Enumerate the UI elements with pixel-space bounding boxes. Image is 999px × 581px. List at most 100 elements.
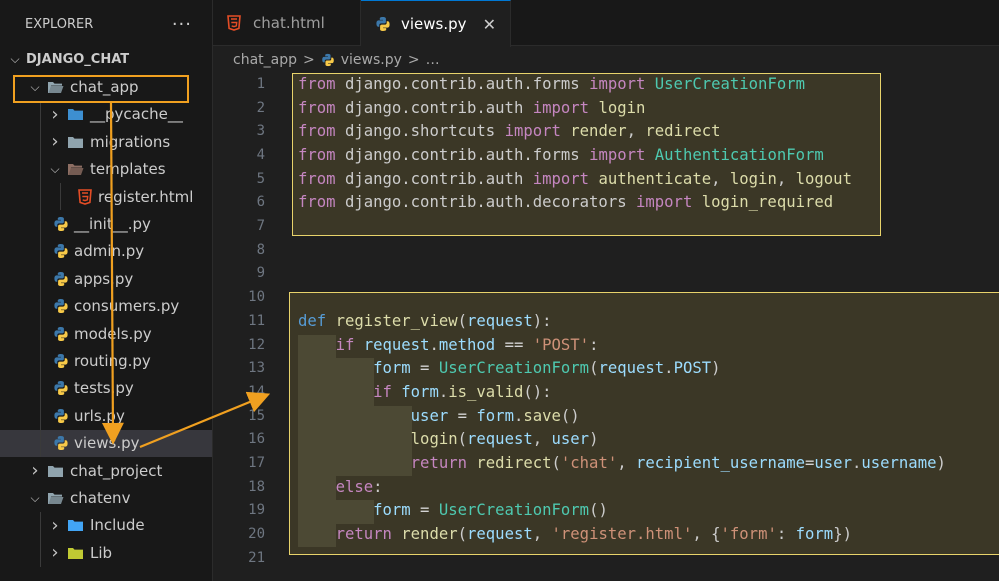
code-token: 'register.html' xyxy=(551,525,693,544)
code-line[interactable]: 12 if request.method == 'POST': xyxy=(213,333,999,357)
code-line[interactable]: 5 from django.contrib.auth import authent… xyxy=(213,167,999,191)
tree-indent-guide xyxy=(60,183,61,211)
tree-item-consumers-py[interactable]: consumers.py xyxy=(0,292,212,320)
code-token: ): xyxy=(532,311,552,330)
tree-item-routing-py[interactable]: routing.py xyxy=(0,347,212,375)
code-line[interactable]: 19 form = UserCreationForm() xyxy=(213,499,999,523)
code-token: : xyxy=(589,335,599,354)
code-token: form xyxy=(795,525,834,544)
code-token: ) xyxy=(711,359,721,378)
code-line[interactable]: 10 xyxy=(213,285,999,309)
code-line[interactable]: 1 from django.contrib.auth.forms import U… xyxy=(213,72,999,96)
tree-item-django-chat[interactable]: ⌵ DJANGO_CHAT xyxy=(0,46,212,73)
line-number: 17 xyxy=(248,455,265,472)
tree-item-include[interactable]: › Include xyxy=(0,511,212,540)
tree-item-apps-py[interactable]: apps.py xyxy=(0,265,212,293)
code-line[interactable]: 21 xyxy=(213,546,999,570)
code-line[interactable]: 6 from django.contrib.auth.decorators imp… xyxy=(213,191,999,215)
chevron-down-icon[interactable]: ⌵ xyxy=(28,491,42,506)
folder-icon xyxy=(46,490,64,506)
tab-chat-html[interactable]: chat.html xyxy=(213,0,361,46)
code-token: () xyxy=(589,501,608,520)
code-line[interactable]: 11 def register_view(request): xyxy=(213,309,999,333)
code-line[interactable]: 18 else: xyxy=(213,475,999,499)
tree-item-views-py[interactable]: views.py xyxy=(0,429,212,457)
code-token: request xyxy=(363,335,430,354)
code-token: from xyxy=(298,193,345,212)
code-line[interactable]: 3 from django.shortcuts import render, re… xyxy=(213,119,999,143)
code-line[interactable]: 9 xyxy=(213,262,999,286)
breadcrumb-symbol[interactable]: … xyxy=(426,52,440,68)
code-token: if xyxy=(335,335,364,354)
code-line[interactable]: 7 xyxy=(213,214,999,238)
chevron-right-icon[interactable]: › xyxy=(48,104,62,125)
chevron-down-icon[interactable]: ⌵ xyxy=(8,52,22,67)
python-icon xyxy=(52,298,70,314)
chevron-right-icon[interactable]: › xyxy=(48,131,62,152)
code-line[interactable]: 14 if form.is_valid(): xyxy=(213,380,999,404)
code-text: from django.contrib.auth.forms import Us… xyxy=(298,75,805,93)
line-number: 9 xyxy=(256,265,265,282)
tree-item-chat-project[interactable]: › chat_project xyxy=(0,457,212,484)
code-token: UserCreationForm xyxy=(654,74,805,93)
tree-item-pycache[interactable]: › __pycache__ xyxy=(0,100,212,129)
code-line[interactable]: 4 from django.contrib.auth.forms import A… xyxy=(213,143,999,167)
tree-item-label: admin.py xyxy=(74,242,145,261)
code-text: form = UserCreationForm(request.POST) xyxy=(298,359,721,378)
tree-item-tests-py[interactable]: tests.py xyxy=(0,374,212,403)
tab-views-py[interactable]: views.py ✕ xyxy=(361,0,511,47)
chevron-right-icon[interactable]: › xyxy=(48,542,62,563)
code-token: UserCreationForm xyxy=(438,501,590,520)
folder-highlight-box xyxy=(13,75,189,103)
tree-item-chatenv[interactable]: ⌵ chatenv xyxy=(0,484,212,511)
tree-item-lib[interactable]: › Lib xyxy=(0,539,212,567)
tree-item-models-py[interactable]: models.py xyxy=(0,320,212,348)
chevron-right-icon: > xyxy=(303,52,315,68)
chevron-down-icon[interactable]: ⌵ xyxy=(48,162,62,177)
more-actions-icon[interactable]: ··· xyxy=(172,14,192,35)
tree-indent-guide xyxy=(40,347,41,375)
line-number: 6 xyxy=(256,194,265,211)
tree-item-register-html[interactable]: register.html xyxy=(0,183,212,211)
code-line[interactable]: 20 return render(request, 'register.html… xyxy=(213,522,999,546)
tree-item-urls-py[interactable]: urls.py xyxy=(0,402,212,430)
line-number: 18 xyxy=(248,478,265,495)
code-text: def register_view(request): xyxy=(298,312,552,330)
folder-icon xyxy=(66,134,84,150)
html5-icon xyxy=(76,188,94,205)
chevron-right-icon[interactable]: › xyxy=(28,460,42,481)
code-text: user = form.save() xyxy=(298,407,580,425)
code-line[interactable]: 13 form = UserCreationForm(request.POST) xyxy=(213,356,999,380)
code-token: else xyxy=(335,477,374,496)
close-icon[interactable]: ✕ xyxy=(483,15,496,34)
code-text: from django.contrib.auth import authenti… xyxy=(298,170,852,188)
code-line[interactable]: 2 from django.contrib.auth import login xyxy=(213,96,999,120)
code-token: save xyxy=(523,406,561,425)
breadcrumb-file[interactable]: views.py xyxy=(341,52,402,68)
code-line[interactable]: 16 login(request, user) xyxy=(213,428,999,452)
code-line[interactable]: 8 xyxy=(213,238,999,262)
line-number: 13 xyxy=(248,360,265,377)
tree-item-admin-py[interactable]: admin.py xyxy=(0,237,212,266)
line-number: 21 xyxy=(248,549,265,566)
code-token: . xyxy=(664,359,674,378)
code-token: (): xyxy=(523,382,552,401)
chevron-right-icon[interactable]: › xyxy=(48,515,62,536)
tree-item-migrations[interactable]: › migrations xyxy=(0,128,212,156)
code-token: redirect xyxy=(645,122,721,141)
tree-indent-guide xyxy=(40,292,41,320)
tree-item-templates[interactable]: ⌵ templates xyxy=(0,155,212,183)
python-icon xyxy=(52,216,70,232)
code-token: return xyxy=(335,525,402,544)
code-line[interactable]: 17 return redirect('chat', recipient_use… xyxy=(213,451,999,475)
tree-indent-guide xyxy=(40,539,41,567)
tree-indent-guide xyxy=(40,210,41,238)
code-token: import xyxy=(589,74,655,93)
breadcrumb-folder[interactable]: chat_app xyxy=(233,52,297,68)
code-line[interactable]: 15 user = form.save() xyxy=(213,404,999,428)
tree-item-label: chat_project xyxy=(70,461,163,480)
code-text: return redirect('chat', recipient_userna… xyxy=(298,454,946,472)
tree-item-init-py[interactable]: __init__.py xyxy=(0,210,212,238)
